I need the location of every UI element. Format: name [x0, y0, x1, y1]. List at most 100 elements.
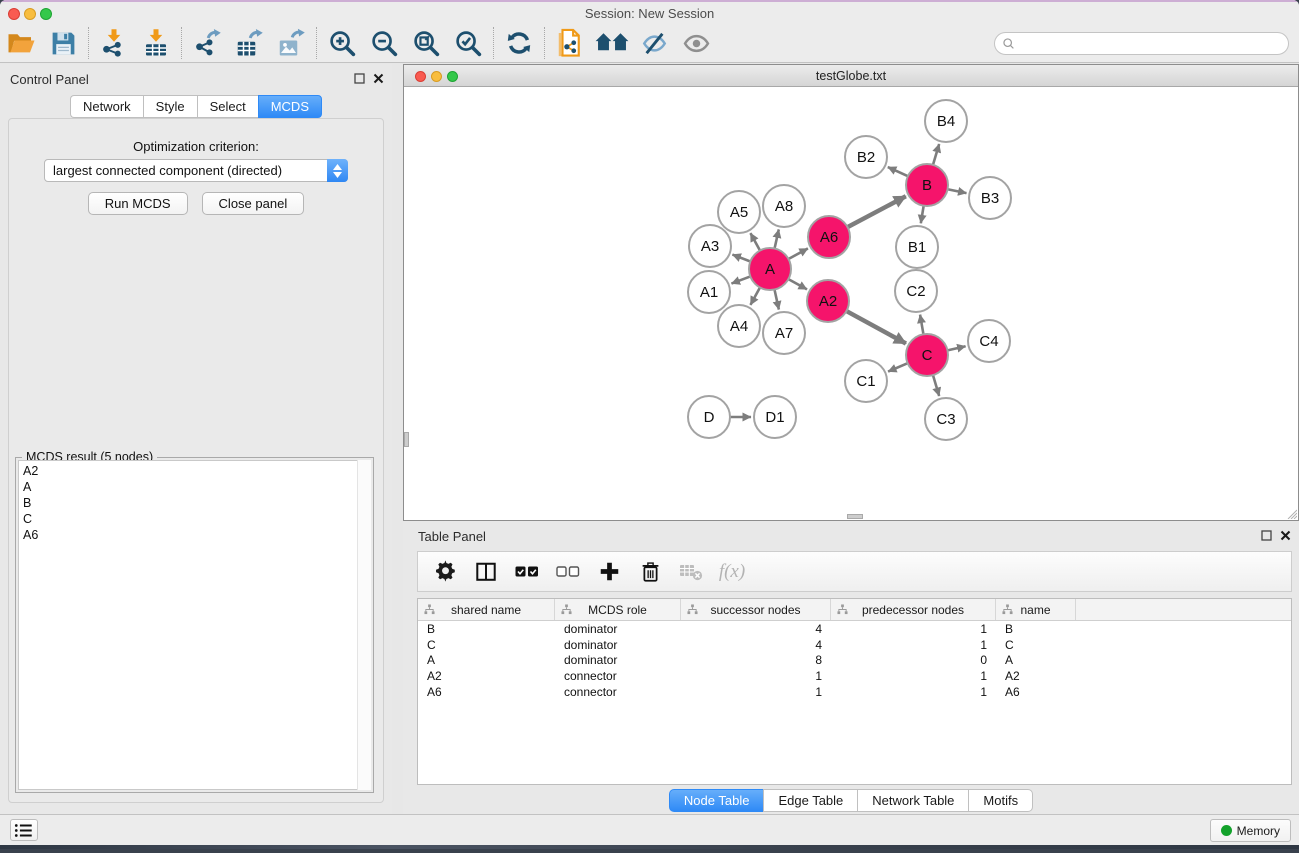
graph-edge-A-A7[interactable] [774, 290, 778, 310]
graph-edge-C-C3[interactable] [933, 375, 939, 396]
float-panel-icon[interactable] [354, 73, 365, 84]
memory-status-icon [1221, 825, 1232, 836]
birdseye-view-button[interactable] [591, 25, 633, 61]
search-icon [1002, 37, 1015, 50]
resize-grip-icon[interactable] [1285, 507, 1297, 519]
zoom-selected-button[interactable] [447, 25, 489, 61]
graph-edge-C-C4[interactable] [947, 346, 965, 350]
memory-button[interactable]: Memory [1210, 819, 1291, 842]
delete-column-button[interactable] [633, 555, 667, 589]
graph-edge-A2-C[interactable] [846, 311, 905, 343]
tab-network[interactable]: Network [70, 95, 143, 118]
graph-edge-B-B2[interactable] [888, 167, 908, 176]
task-history-button[interactable] [10, 819, 38, 841]
tab-network-table[interactable]: Network Table [857, 789, 968, 812]
zoom-in-button[interactable] [321, 25, 363, 61]
graph-edge-A-A6[interactable] [788, 248, 807, 259]
criterion-dropdown[interactable]: largest connected component (directed) [44, 159, 348, 182]
column-header-predecessor-nodes[interactable]: predecessor nodes [831, 599, 996, 620]
import-network-button[interactable] [93, 25, 135, 61]
export-table-icon [234, 28, 264, 58]
table-cell: 1 [831, 669, 996, 683]
column-header-mcds-role[interactable]: MCDS role [555, 599, 681, 620]
network-vertical-scrollthumb[interactable] [404, 432, 409, 447]
table-row[interactable]: Cdominator41C [418, 637, 1291, 653]
graph-node-label: A5 [730, 204, 748, 221]
table-settings-button[interactable] [428, 555, 462, 589]
graph-node-label: A [765, 261, 775, 278]
tab-select[interactable]: Select [197, 95, 258, 118]
export-image-button[interactable] [270, 25, 312, 61]
table-cell: A2 [418, 669, 555, 683]
function-builder-button[interactable]: f(x) [715, 555, 749, 589]
show-graphics-details-button[interactable] [675, 25, 717, 61]
tab-motifs[interactable]: Motifs [968, 789, 1033, 812]
mcds-result-scrollbar[interactable] [357, 460, 371, 790]
mcds-result-item[interactable]: A2 [23, 463, 366, 479]
zoom-out-button[interactable] [363, 25, 405, 61]
network-from-file-button[interactable] [549, 25, 591, 61]
tab-mcds[interactable]: MCDS [258, 95, 322, 118]
mcds-result-item[interactable]: C [23, 511, 366, 527]
column-header-shared-name[interactable]: shared name [418, 599, 555, 620]
column-header-name[interactable]: name [996, 599, 1076, 620]
table-cell: B [996, 622, 1076, 636]
table-row[interactable]: Bdominator41B [418, 621, 1291, 637]
delete-table-button[interactable] [674, 555, 708, 589]
graph-edge-A-A2[interactable] [788, 279, 807, 289]
export-network-button[interactable] [186, 25, 228, 61]
create-column-button[interactable] [592, 555, 626, 589]
graph-edge-A-A3[interactable] [732, 255, 750, 262]
graph-edge-A-A1[interactable] [731, 276, 750, 283]
deselect-all-rows-button[interactable] [551, 555, 585, 589]
graph-edge-A6-B[interactable] [848, 196, 906, 227]
search-input[interactable] [1020, 37, 1288, 51]
search-field[interactable] [994, 32, 1289, 55]
network-document-icon [555, 28, 585, 58]
graph-edge-B-B3[interactable] [948, 189, 967, 193]
mcds-result-item[interactable]: B [23, 495, 366, 511]
export-table-button[interactable] [228, 25, 270, 61]
open-session-button[interactable] [0, 25, 42, 61]
zoom-fit-button[interactable] [405, 25, 447, 61]
tab-style[interactable]: Style [143, 95, 197, 118]
tab-edge-table[interactable]: Edge Table [763, 789, 857, 812]
open-folder-icon [6, 28, 36, 58]
graph-edge-C-C1[interactable] [888, 363, 908, 371]
network-window-titlebar[interactable]: testGlobe.txt [404, 65, 1298, 87]
table-cell: C [996, 638, 1076, 652]
table-cell: A6 [418, 685, 555, 699]
plus-icon [599, 561, 620, 582]
select-all-rows-button[interactable] [510, 555, 544, 589]
network-canvas[interactable]: B4B2BB3A5A8A6A3B1AA1C2A2A4A7C4CC1C3DD1 [404, 87, 1298, 520]
table-cell: connector [555, 685, 681, 699]
graph-edge-A-A8[interactable] [775, 229, 779, 248]
refresh-button[interactable] [498, 25, 540, 61]
run-mcds-button[interactable]: Run MCDS [88, 192, 188, 215]
graph-edge-B-B4[interactable] [933, 144, 939, 165]
table-row[interactable]: A6connector11A6 [418, 684, 1291, 700]
table-row[interactable]: A2connector11A2 [418, 668, 1291, 684]
save-session-button[interactable] [42, 25, 84, 61]
graph-edge-A-A5[interactable] [750, 233, 760, 250]
table-row[interactable]: Adominator80A [418, 653, 1291, 669]
tab-node-table[interactable]: Node Table [669, 789, 764, 812]
graph-edge-A-A4[interactable] [750, 287, 760, 304]
network-horizontal-scrollthumb[interactable] [847, 514, 863, 519]
mcds-result-item[interactable]: A [23, 479, 366, 495]
import-table-button[interactable] [135, 25, 177, 61]
float-panel-icon[interactable] [1261, 530, 1272, 541]
graph-edge-C-C2[interactable] [920, 315, 923, 335]
mcds-result-list[interactable]: A2ABCA6 [18, 460, 371, 790]
show-column-button[interactable] [469, 555, 503, 589]
application-window: Session: New Session [0, 0, 1299, 849]
close-panel-button[interactable]: Close panel [202, 192, 305, 215]
mcds-result-item[interactable]: A6 [23, 527, 366, 543]
close-panel-icon[interactable] [373, 73, 384, 84]
node-table: shared nameMCDS rolesuccessor nodesprede… [417, 598, 1292, 785]
refresh-icon [505, 29, 533, 57]
hide-graphics-details-button[interactable] [633, 25, 675, 61]
column-header-successor-nodes[interactable]: successor nodes [681, 599, 831, 620]
graph-edge-B-B1[interactable] [921, 206, 924, 224]
close-panel-icon[interactable] [1280, 530, 1291, 541]
